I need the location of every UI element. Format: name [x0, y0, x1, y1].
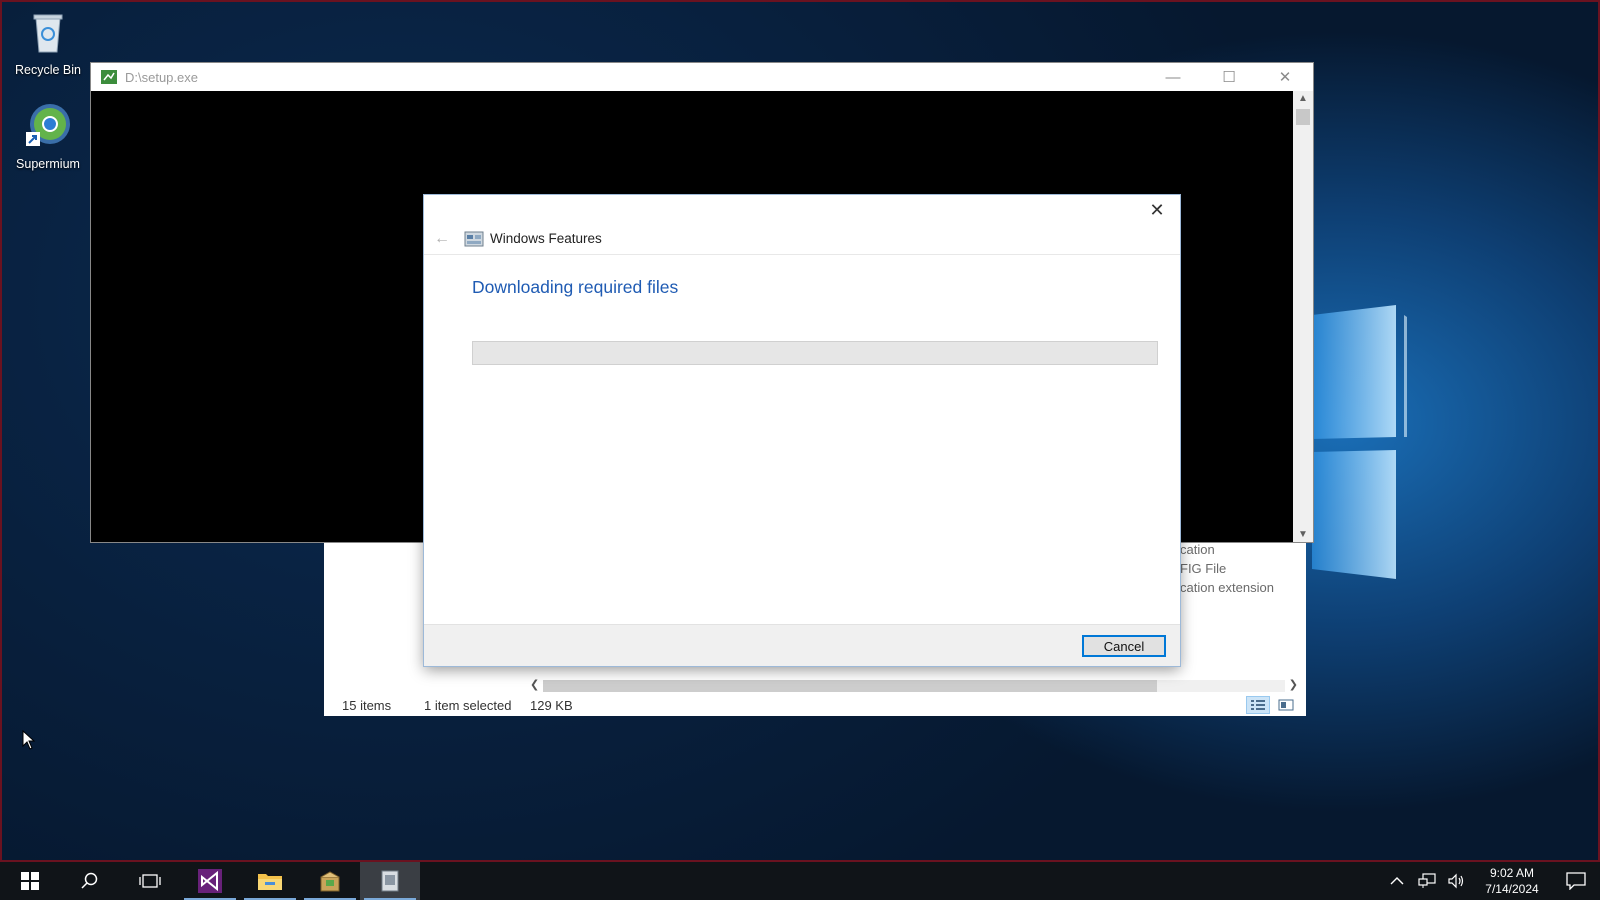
task-view-button[interactable] — [120, 862, 180, 900]
setup-app-icon — [101, 70, 117, 84]
mouse-pointer-icon — [22, 730, 36, 750]
minimize-button[interactable]: — — [1145, 63, 1201, 91]
setup-window-title: D:\setup.exe — [125, 69, 198, 85]
action-center-button[interactable] — [1552, 862, 1600, 900]
large-icons-view-icon — [1278, 699, 1294, 711]
setup-app-icon — [381, 870, 399, 892]
taskbar-visual-studio[interactable] — [180, 862, 240, 900]
network-icon — [1418, 873, 1436, 888]
setup-titlebar[interactable]: D:\setup.exe — ☐ ✕ — [91, 63, 1313, 91]
taskbar-file-explorer[interactable] — [240, 862, 300, 900]
search-icon — [81, 872, 98, 889]
windows-features-dialog: ✕ ← Windows Features Downloading require… — [424, 195, 1180, 666]
back-arrow-icon[interactable]: ← — [424, 230, 460, 248]
file-explorer-icon — [258, 874, 282, 890]
file-type-cell: FIG File — [1180, 561, 1227, 576]
large-icons-view-button[interactable] — [1274, 696, 1298, 714]
notification-icon — [1566, 872, 1586, 890]
start-button[interactable] — [0, 862, 60, 900]
selection-count: 1 item selected — [424, 698, 512, 713]
file-type-cell: cation — [1180, 542, 1215, 557]
show-hidden-icons-button[interactable] — [1382, 862, 1412, 900]
close-button[interactable]: ✕ — [1257, 63, 1313, 91]
explorer-status-bar: 15 items 1 item selected 129 KB — [324, 696, 1306, 716]
recycle-bin-icon — [33, 14, 63, 53]
details-view-icon — [1251, 700, 1265, 710]
system-tray: 9:02 AM 7/14/2024 — [1382, 862, 1600, 900]
maximize-button[interactable]: ☐ — [1201, 63, 1257, 91]
file-type-cell: cation extension — [1180, 580, 1274, 595]
scroll-right-icon[interactable]: ❯ — [1289, 678, 1298, 691]
speaker-volume-icon — [1448, 873, 1464, 889]
cancel-button[interactable]: Cancel — [1082, 635, 1166, 657]
taskbar-clock[interactable]: 9:02 AM 7/14/2024 — [1472, 865, 1552, 897]
dialog-close-button[interactable]: ✕ — [1142, 199, 1172, 221]
dialog-title: Windows Features — [490, 231, 602, 246]
dialog-footer: Cancel — [424, 624, 1180, 666]
item-count: 15 items — [342, 698, 392, 713]
scroll-left-icon[interactable]: ❮ — [530, 678, 539, 691]
recycle-bin-label: Recycle Bin — [15, 63, 81, 77]
clock-date: 7/14/2024 — [1485, 882, 1539, 896]
horizontal-scrollbar[interactable]: ❮ ❯ — [527, 678, 1301, 694]
chevron-up-icon — [1390, 877, 1404, 885]
details-view-button[interactable] — [1246, 696, 1270, 714]
scroll-up-icon[interactable]: ▲ — [1293, 93, 1313, 104]
taskbar-setup[interactable] — [360, 862, 420, 900]
supermium-label: Supermium — [16, 157, 80, 171]
scroll-thumb[interactable] — [1296, 109, 1310, 125]
network-button[interactable] — [1412, 862, 1442, 900]
dialog-header: ← Windows Features — [424, 223, 1180, 255]
windows-start-icon — [21, 872, 39, 890]
taskbar-installer[interactable] — [300, 862, 360, 900]
volume-button[interactable] — [1442, 862, 1472, 900]
visual-studio-icon — [198, 869, 222, 893]
download-progress-bar — [472, 341, 1158, 365]
search-button[interactable] — [60, 862, 120, 900]
vertical-scrollbar[interactable]: ▲ ▼ — [1293, 91, 1313, 542]
taskbar: 9:02 AM 7/14/2024 — [0, 862, 1600, 900]
supermium-browser-icon — [26, 104, 70, 146]
selection-size: 129 KB — [530, 698, 573, 713]
desktop: Recycle Bin Supermium cation FIG File ca… — [0, 0, 1600, 862]
clock-time: 9:02 AM — [1489, 866, 1535, 880]
dialog-heading: Downloading required files — [472, 277, 679, 297]
scroll-down-icon[interactable]: ▼ — [1293, 529, 1313, 540]
supermium-desktop-icon[interactable]: Supermium — [8, 102, 88, 171]
task-view-icon — [139, 874, 161, 888]
installer-package-icon — [320, 871, 340, 892]
windows-features-icon — [464, 231, 484, 246]
recycle-bin-desktop-icon[interactable]: Recycle Bin — [8, 8, 88, 77]
windows-logo-wallpaper — [1312, 305, 1407, 579]
scroll-thumb[interactable] — [543, 680, 1157, 692]
